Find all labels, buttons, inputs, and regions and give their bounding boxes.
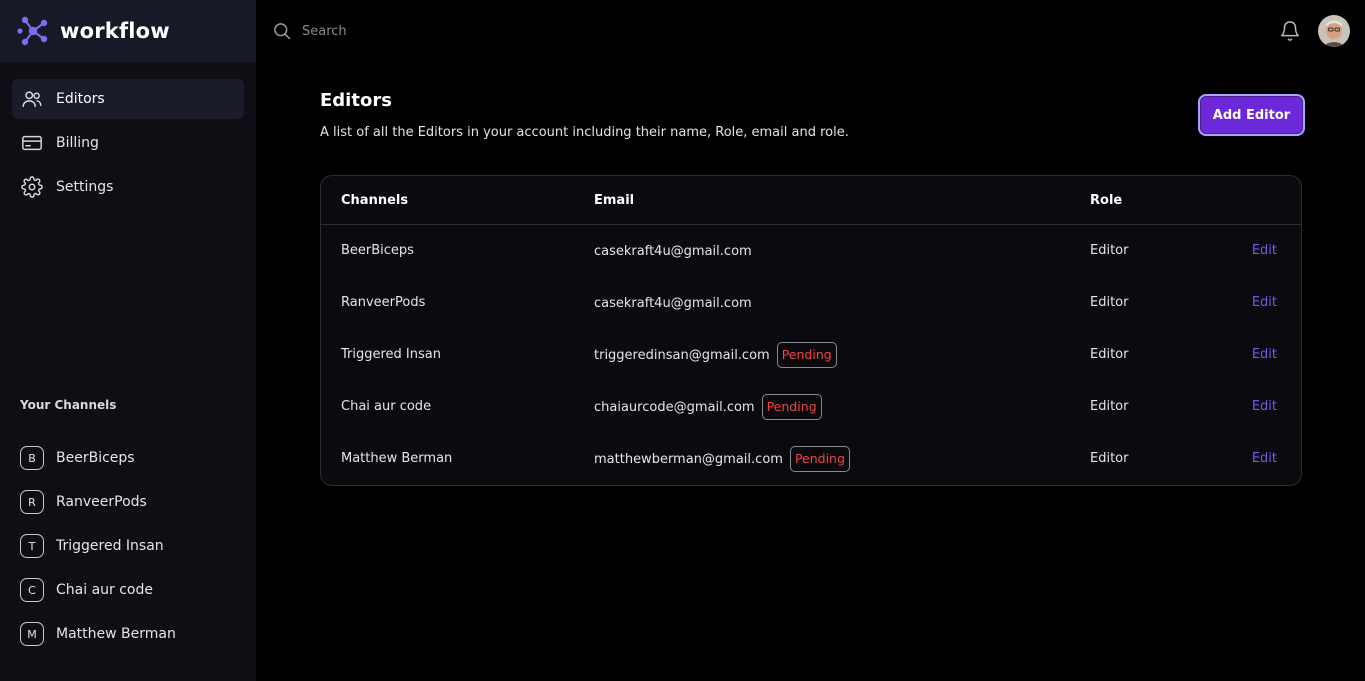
sidebar-item-label: Billing xyxy=(56,135,99,151)
email-cell: casekraft4u@gmail.com xyxy=(594,277,752,329)
table-row: BeerBiceps casekraft4u@gmail.com Editor … xyxy=(321,225,1301,277)
gear-icon xyxy=(21,176,43,198)
table-row: RanveerPods casekraft4u@gmail.com Editor… xyxy=(321,277,1301,329)
channel-item-matthew-berman[interactable]: M Matthew Berman xyxy=(20,612,240,656)
page-title: Editors xyxy=(320,90,392,111)
email-cell: casekraft4u@gmail.com xyxy=(594,225,752,277)
brand[interactable]: workflow xyxy=(0,0,256,62)
role-cell: Editor xyxy=(1090,295,1129,310)
channel-label: Triggered Insan xyxy=(56,538,164,554)
pending-badge: Pending xyxy=(789,446,850,472)
sidebar-item-settings[interactable]: Settings xyxy=(12,167,244,207)
pending-badge: Pending xyxy=(776,342,837,368)
search-icon xyxy=(274,23,291,40)
topbar xyxy=(256,0,1365,62)
channel-item-beerbiceps[interactable]: B BeerBiceps xyxy=(20,436,240,480)
avatar[interactable] xyxy=(1318,15,1350,47)
search-input[interactable] xyxy=(302,20,702,42)
credit-card-icon xyxy=(21,132,43,154)
edit-link[interactable]: Edit xyxy=(1252,295,1277,310)
sidebar: workflow Editors Billing Settings Your C… xyxy=(0,0,256,681)
channel-cell: BeerBiceps xyxy=(341,243,414,258)
sidebar-item-label: Editors xyxy=(56,91,105,107)
edit-link[interactable]: Edit xyxy=(1252,347,1277,362)
channels-section-title: Your Channels xyxy=(20,398,117,412)
email-text: chaiaurcode@gmail.com xyxy=(594,399,755,415)
channel-cell: RanveerPods xyxy=(341,295,426,310)
edit-link[interactable]: Edit xyxy=(1252,451,1277,466)
workflow-logo-icon xyxy=(17,16,48,46)
email-cell: triggeredinsan@gmail.com Pending xyxy=(594,329,837,381)
table-row: Matthew Berman matthewberman@gmail.com P… xyxy=(321,433,1301,485)
role-cell: Editor xyxy=(1090,243,1129,258)
table-row: Triggered Insan triggeredinsan@gmail.com… xyxy=(321,329,1301,381)
role-cell: Editor xyxy=(1090,451,1129,466)
column-header-email: Email xyxy=(594,193,635,208)
channel-list: B BeerBiceps R RanveerPods T Triggered I… xyxy=(20,436,240,656)
email-cell: matthewberman@gmail.com Pending xyxy=(594,433,850,485)
sidebar-item-label: Settings xyxy=(56,179,114,195)
table-header: Channels Email Role xyxy=(321,176,1301,225)
sidebar-nav: Editors Billing Settings xyxy=(0,62,256,207)
channel-label: BeerBiceps xyxy=(56,450,135,466)
column-header-role: Role xyxy=(1090,193,1123,208)
email-text: casekraft4u@gmail.com xyxy=(594,243,752,259)
add-editor-button[interactable]: Add Editor xyxy=(1198,94,1305,136)
bell-icon[interactable] xyxy=(1279,20,1301,42)
sidebar-item-editors[interactable]: Editors xyxy=(12,79,244,119)
channel-initial-badge: C xyxy=(20,578,44,602)
channel-item-triggered-insan[interactable]: T Triggered Insan xyxy=(20,524,240,568)
channel-item-ranveerpods[interactable]: R RanveerPods xyxy=(20,480,240,524)
email-text: casekraft4u@gmail.com xyxy=(594,295,752,311)
page-description: A list of all the Editors in your accoun… xyxy=(320,125,849,140)
channel-cell: Matthew Berman xyxy=(341,451,453,466)
channel-label: RanveerPods xyxy=(56,494,147,510)
role-cell: Editor xyxy=(1090,399,1129,414)
edit-link[interactable]: Edit xyxy=(1252,399,1277,414)
brand-name: workflow xyxy=(60,19,170,43)
editors-table: Channels Email Role BeerBiceps casekraft… xyxy=(320,175,1302,486)
channel-initial-badge: R xyxy=(20,490,44,514)
channel-initial-badge: T xyxy=(20,534,44,558)
channel-initial-badge: M xyxy=(20,622,44,646)
email-cell: chaiaurcode@gmail.com Pending xyxy=(594,381,822,433)
pending-badge: Pending xyxy=(761,394,822,420)
users-icon xyxy=(21,88,43,110)
sidebar-item-billing[interactable]: Billing xyxy=(12,123,244,163)
channel-item-chai-aur-code[interactable]: C Chai aur code xyxy=(20,568,240,612)
edit-link[interactable]: Edit xyxy=(1252,243,1277,258)
channel-label: Chai aur code xyxy=(56,582,153,598)
channel-cell: Chai aur code xyxy=(341,399,432,414)
channel-label: Matthew Berman xyxy=(56,626,176,642)
app-root: workflow Editors Billing Settings Your C… xyxy=(0,0,1365,681)
email-text: triggeredinsan@gmail.com xyxy=(594,347,770,363)
channel-initial-badge: B xyxy=(20,446,44,470)
table-row: Chai aur code chaiaurcode@gmail.com Pend… xyxy=(321,381,1301,433)
role-cell: Editor xyxy=(1090,347,1129,362)
channel-cell: Triggered Insan xyxy=(341,347,441,362)
email-text: matthewberman@gmail.com xyxy=(594,451,783,467)
column-header-channels: Channels xyxy=(341,193,409,208)
